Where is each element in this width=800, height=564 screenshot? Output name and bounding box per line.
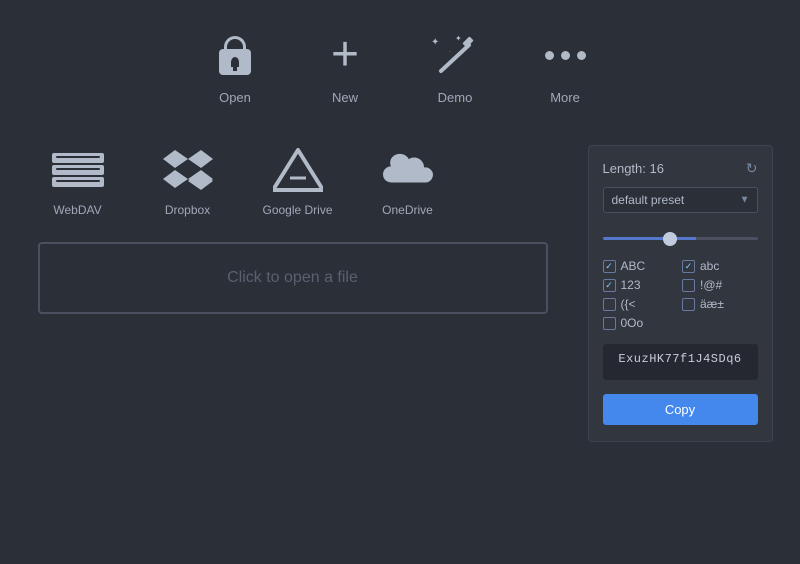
plus-icon: + (320, 30, 370, 80)
checkbox-brackets-label: ({< (621, 297, 636, 311)
file-open-area[interactable]: Click to open a file (38, 242, 548, 314)
content-area: WebDAV Dropbox (20, 145, 780, 442)
password-generator-panel: Length: 16 ↻ default preset strong memor… (588, 145, 773, 442)
checkbox-numbers-box (603, 279, 616, 292)
more-label: More (550, 90, 580, 105)
length-row: Length: 16 ↻ (603, 160, 758, 177)
checkbox-special-label: !@# (700, 278, 722, 292)
checkbox-numbers-label: 123 (621, 278, 641, 292)
svg-text:✦: ✦ (431, 37, 439, 48)
dropbox-button[interactable]: Dropbox (148, 145, 228, 217)
open-button[interactable]: Open (210, 30, 260, 105)
checkbox-ambiguous[interactable]: 0Oo (603, 316, 679, 330)
checkbox-upper-box (603, 260, 616, 273)
checkbox-accented-box (682, 298, 695, 311)
demo-label: Demo (438, 90, 473, 105)
webdav-button[interactable]: WebDAV (38, 145, 118, 217)
checkbox-brackets-box (603, 298, 616, 311)
svg-text:·: · (449, 49, 451, 55)
checkbox-lowercase[interactable]: abc (682, 259, 758, 273)
svg-text:✦: ✦ (455, 34, 462, 43)
new-label: New (332, 90, 358, 105)
new-button[interactable]: + New (320, 30, 370, 105)
webdav-label: WebDAV (53, 203, 101, 217)
open-label: Open (219, 90, 251, 105)
refresh-icon[interactable]: ↻ (746, 160, 758, 177)
checkbox-accented-label: äæ± (700, 297, 724, 311)
checkbox-upper-label: ABC (621, 259, 646, 273)
onedrive-button[interactable]: OneDrive (368, 145, 448, 217)
gdrive-label: Google Drive (262, 203, 332, 217)
generated-password: ExuzHK77f1J4SDq6 (603, 344, 758, 380)
webdav-icon (48, 145, 108, 195)
checkbox-uppercase[interactable]: ABC (603, 259, 679, 273)
left-panel: WebDAV Dropbox (28, 145, 568, 442)
checkbox-special-box (682, 279, 695, 292)
checkbox-special[interactable]: !@# (682, 278, 758, 292)
copy-button[interactable]: Copy (603, 394, 758, 425)
more-button[interactable]: More (540, 30, 590, 105)
wand-icon: ✦ ✦ · (430, 30, 480, 80)
checkbox-lower-box (682, 260, 695, 273)
file-open-placeholder: Click to open a file (227, 269, 358, 286)
preset-select-wrapper: default preset strong memorable numeric (603, 187, 758, 213)
lock-icon (210, 30, 260, 80)
preset-select[interactable]: default preset strong memorable numeric (603, 187, 758, 213)
more-icon (540, 30, 590, 80)
checkbox-accented[interactable]: äæ± (682, 297, 758, 311)
demo-button[interactable]: ✦ ✦ · Demo (430, 30, 480, 105)
onedrive-label: OneDrive (382, 203, 433, 217)
toolbar: Open + New ✦ ✦ · (210, 30, 590, 105)
checkbox-ambiguous-label: 0Oo (621, 316, 644, 330)
slider-container (603, 223, 758, 249)
gdrive-icon (268, 145, 328, 195)
services-row: WebDAV Dropbox (28, 145, 568, 217)
onedrive-icon (378, 145, 438, 195)
main-container: Open + New ✦ ✦ · (0, 0, 800, 564)
length-slider[interactable] (603, 237, 758, 240)
checkbox-numbers[interactable]: 123 (603, 278, 679, 292)
dropbox-label: Dropbox (165, 203, 210, 217)
dropbox-icon (158, 145, 218, 195)
checkboxes-grid: ABC abc 123 !@# ({< (603, 259, 758, 330)
gdrive-button[interactable]: Google Drive (258, 145, 338, 217)
checkbox-brackets[interactable]: ({< (603, 297, 679, 311)
length-label: Length: 16 (603, 161, 664, 176)
checkbox-ambiguous-box (603, 317, 616, 330)
password-text: ExuzHK77f1J4SDq6 (618, 352, 741, 366)
checkbox-lower-label: abc (700, 259, 719, 273)
